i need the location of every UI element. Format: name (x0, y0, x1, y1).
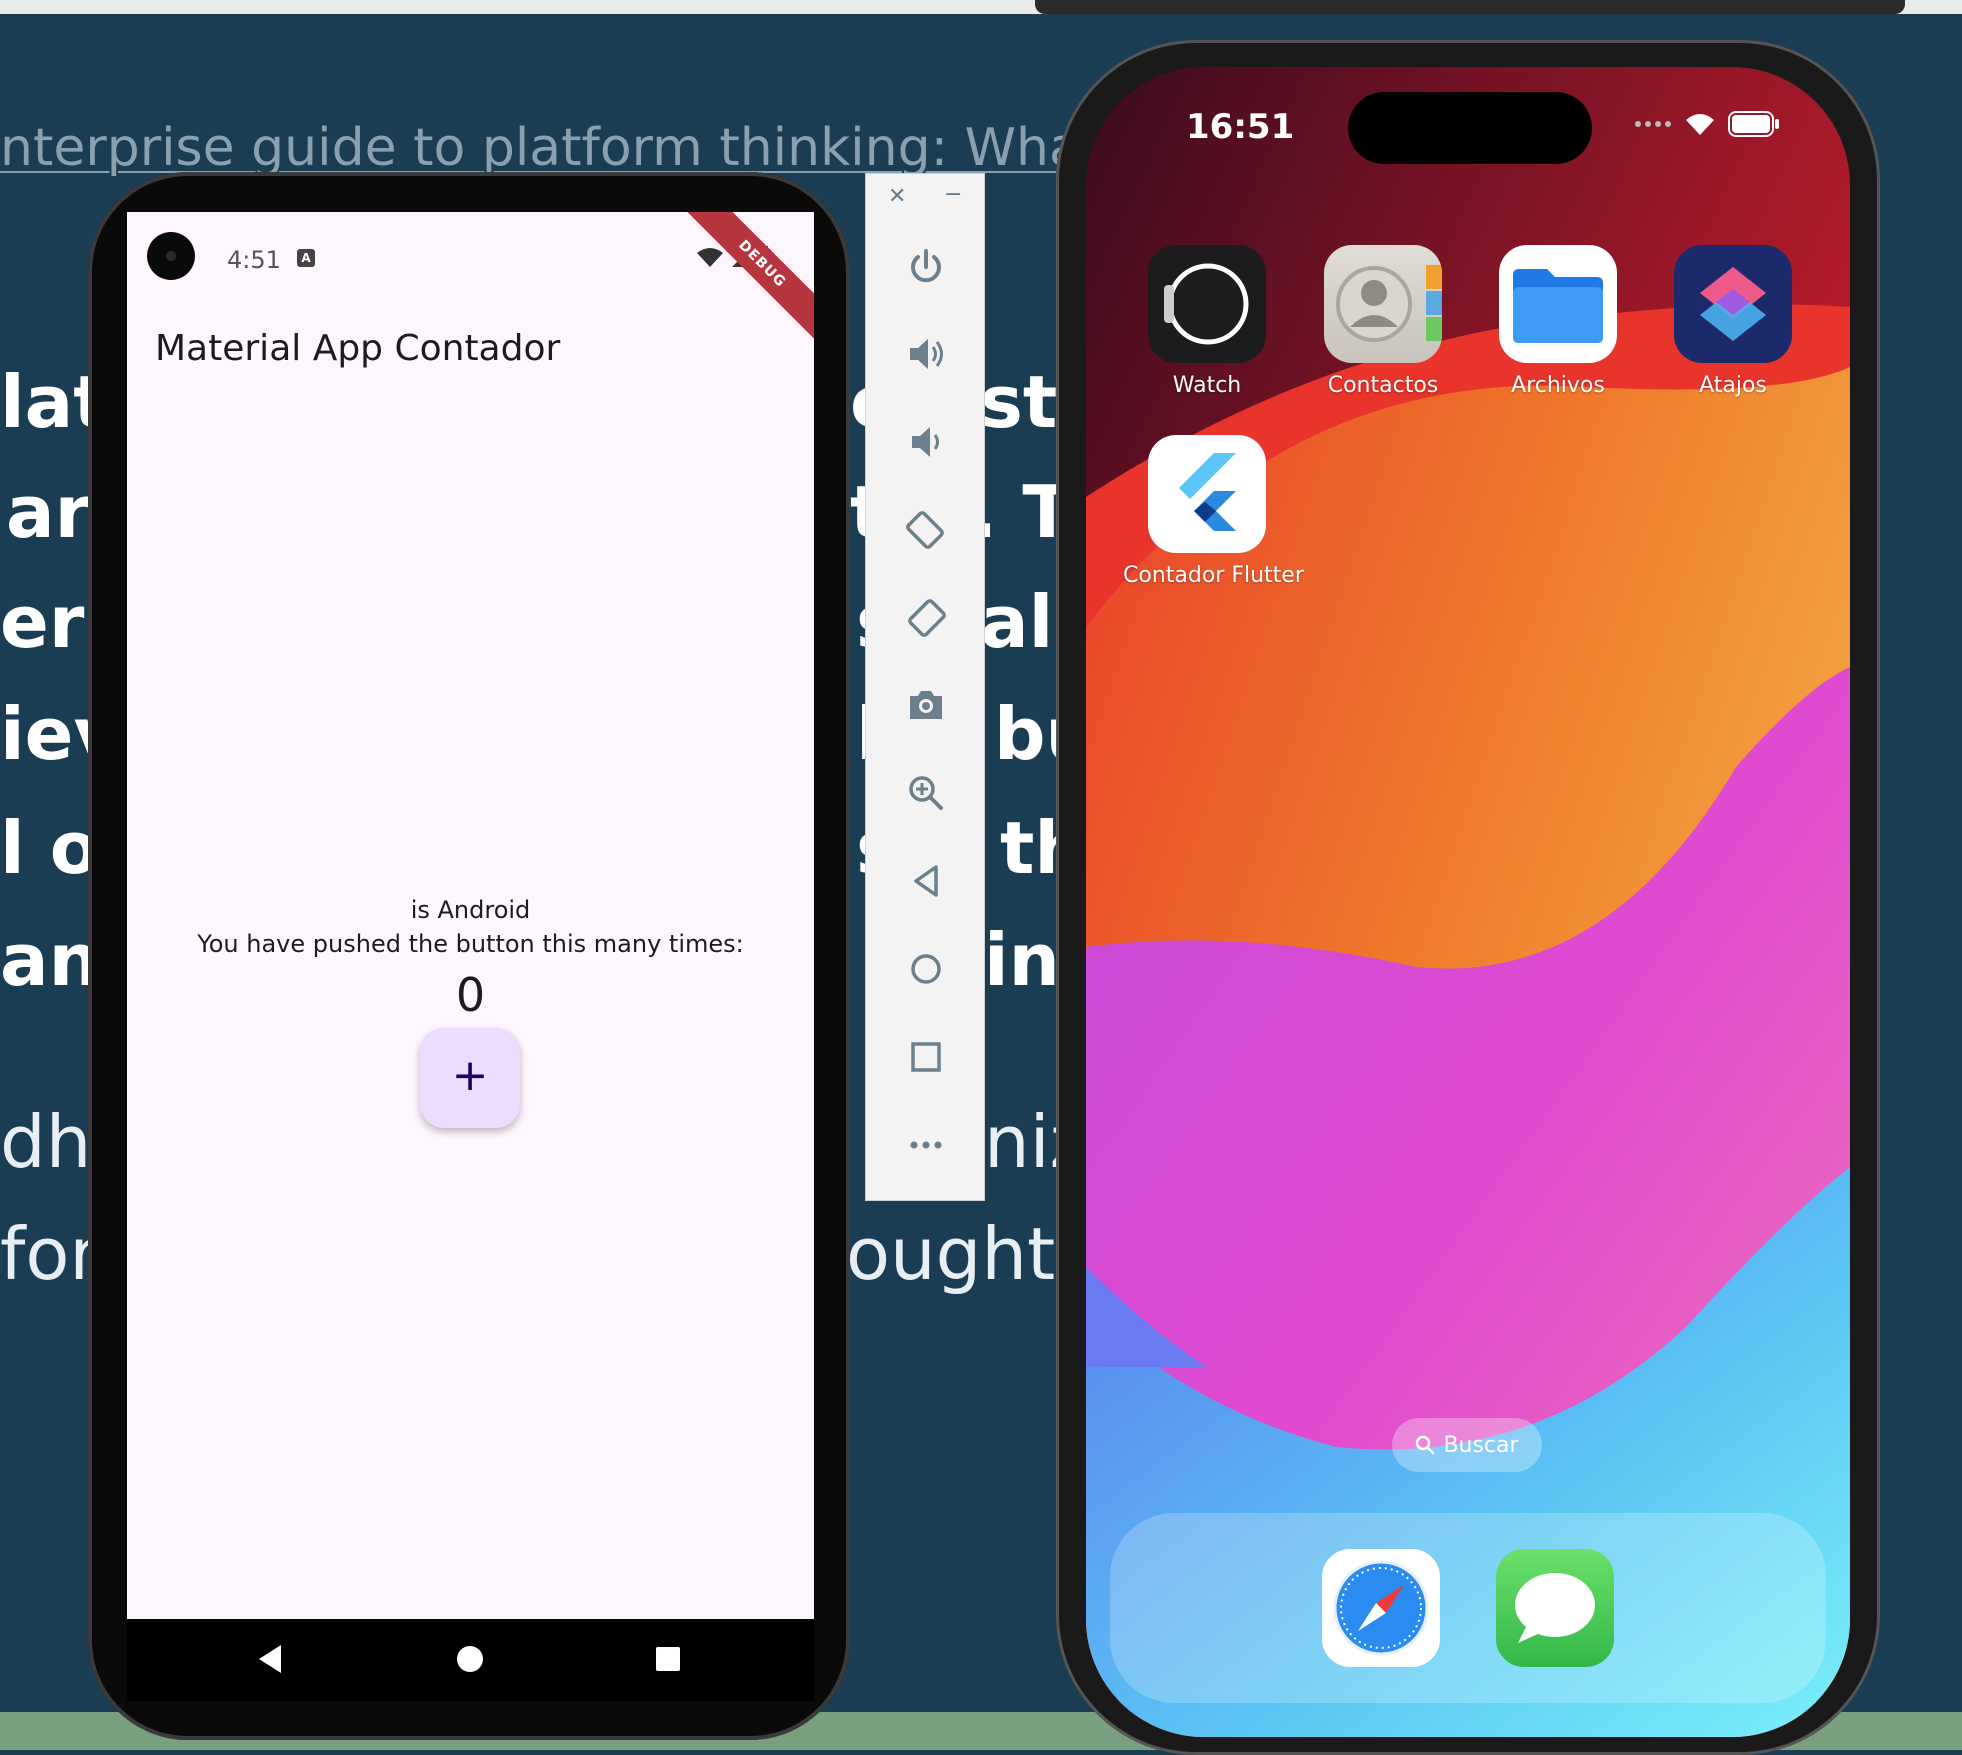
app-label: Archivos (1511, 373, 1605, 398)
background-text-fragment: for (0, 1212, 99, 1296)
rotate-right-icon (908, 599, 946, 637)
zoom-button[interactable] (901, 768, 951, 818)
iphone-status-time: 16:51 (1186, 107, 1295, 147)
background-text-fragment: dh (0, 1100, 92, 1184)
home-icon (911, 954, 941, 984)
app-atajos[interactable]: Atajos (1663, 245, 1803, 398)
overview-button[interactable] (901, 1032, 951, 1082)
app-label: Contador Flutter (1123, 563, 1304, 588)
volume-up-icon (910, 339, 943, 369)
dock (1110, 1513, 1826, 1703)
zoom-icon (909, 776, 943, 810)
wifi-icon (1686, 114, 1714, 135)
rotate-left-icon (906, 511, 944, 549)
debug-banner: DEBUG (679, 212, 814, 347)
app-watch[interactable]: Watch (1137, 245, 1277, 398)
messages-icon[interactable] (1496, 1549, 1614, 1667)
toolbar-close-button[interactable]: ✕ (888, 184, 906, 209)
search-label: Buscar (1443, 1432, 1519, 1458)
rotate-right-button[interactable] (901, 592, 951, 642)
home-button[interactable] (901, 944, 951, 994)
spotlight-search-button[interactable]: Buscar (1392, 1418, 1542, 1472)
contacts-icon (1324, 245, 1442, 363)
android-nav-bar (127, 1619, 814, 1701)
android-screen[interactable]: 4:51 A DEBUG Material App Contador is An… (127, 212, 814, 1619)
toolbar-minimize-button[interactable]: − (944, 182, 962, 207)
safari-icon[interactable] (1322, 1549, 1440, 1667)
cellular-dots-icon (1635, 121, 1671, 127)
app-label: Watch (1172, 373, 1242, 398)
host-window-edge (1035, 0, 1905, 14)
back-icon (914, 865, 938, 897)
more-button[interactable] (901, 1120, 951, 1170)
power-button[interactable] (901, 242, 951, 292)
background-text-fragment: st (980, 360, 1058, 444)
counter-label: You have pushed the button this many tim… (197, 930, 744, 958)
volume-down-button[interactable] (901, 417, 951, 467)
emulator-toolbar: ✕ − (865, 173, 985, 1201)
app-label: Atajos (1699, 373, 1767, 398)
watch-icon (1148, 245, 1266, 363)
background-text-fragment: ar (6, 470, 91, 554)
background-text-fragment: in (984, 918, 1060, 1002)
iphone-status-icons (1634, 111, 1780, 137)
increment-fab-button[interactable]: + (420, 1028, 520, 1128)
shortcuts-icon (1674, 245, 1792, 363)
app-contador-flutter[interactable]: Contador Flutter (1123, 435, 1304, 588)
overview-icon (911, 1042, 941, 1072)
volume-down-icon (912, 427, 939, 457)
volume-up-button[interactable] (901, 329, 951, 379)
power-icon (911, 249, 941, 283)
app-archivos[interactable]: Archivos (1488, 245, 1628, 398)
app-label: Contactos (1327, 373, 1439, 398)
android-status-time: 4:51 (227, 246, 281, 274)
app-contactos[interactable]: Contactos (1313, 245, 1453, 398)
iphone-screen[interactable]: 16:51 Watch Contactos Archivos Atajos Co… (1086, 67, 1850, 1737)
search-icon (1416, 1435, 1435, 1455)
screenshot-button[interactable] (901, 680, 951, 730)
front-camera (147, 232, 195, 280)
flutter-icon (1148, 435, 1266, 553)
battery-icon (1728, 111, 1779, 137)
platform-text: is Android (410, 896, 531, 924)
appbar-title: Material App Contador (155, 328, 561, 369)
more-icon (910, 1141, 942, 1149)
wifi-icon (697, 248, 723, 267)
nav-recents-icon[interactable] (653, 1643, 683, 1675)
nav-home-icon[interactable] (455, 1643, 485, 1675)
files-icon (1499, 245, 1617, 363)
rotate-left-button[interactable] (901, 504, 951, 554)
nav-back-icon[interactable] (255, 1643, 285, 1675)
notification-icon: A (297, 249, 315, 267)
camera-icon (910, 691, 942, 719)
counter-value: 0 (455, 968, 486, 1022)
dynamic-island (1348, 92, 1592, 164)
back-button[interactable] (901, 856, 951, 906)
